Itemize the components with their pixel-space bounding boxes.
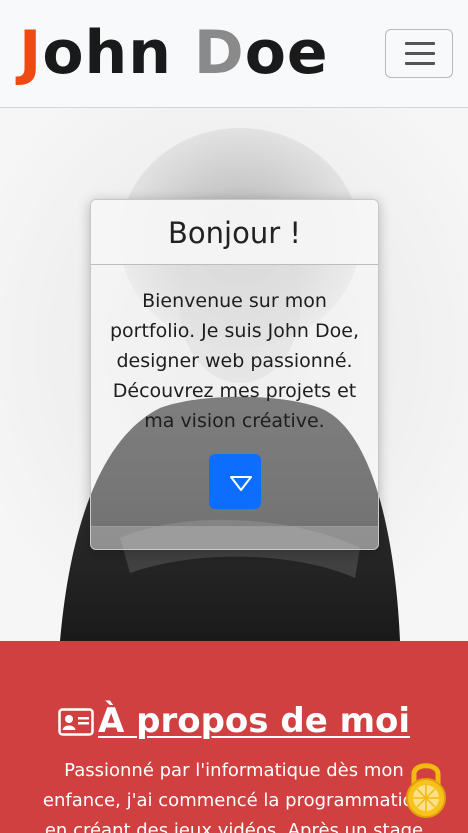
welcome-card-footer: [91, 526, 378, 549]
navbar: John Doe: [0, 0, 468, 108]
about-title-link[interactable]: À propos de moi: [0, 696, 468, 750]
brand-logo[interactable]: John Doe: [19, 18, 329, 88]
brand-first-initial: J: [19, 18, 43, 88]
welcome-card: Bonjour ! Bienvenue sur mon portfolio. J…: [90, 199, 379, 550]
brand-last-rest: oe: [244, 18, 329, 88]
navbar-toggler-button[interactable]: [385, 29, 453, 78]
about-text: Passionné par l'informatique dès mon enf…: [42, 760, 426, 833]
hero-section: Bonjour ! Bienvenue sur mon portfolio. J…: [0, 108, 468, 641]
chevron-down-icon: [230, 476, 252, 491]
welcome-card-title: Bonjour !: [168, 216, 301, 250]
brand-first-rest: ohn: [42, 18, 194, 88]
id-card-icon: [58, 700, 94, 750]
lock-icon[interactable]: [402, 758, 450, 820]
welcome-card-text: Bienvenue sur mon portfolio. Je suis Joh…: [109, 290, 359, 432]
scroll-down-button[interactable]: [209, 454, 261, 509]
welcome-card-body: Bienvenue sur mon portfolio. Je suis Joh…: [91, 265, 378, 529]
about-section: À propos de moi Passionné par l'informat…: [0, 641, 468, 833]
welcome-card-header: Bonjour !: [91, 200, 378, 265]
about-title-text: À propos de moi: [97, 701, 411, 741]
brand-last-initial: D: [193, 18, 245, 88]
